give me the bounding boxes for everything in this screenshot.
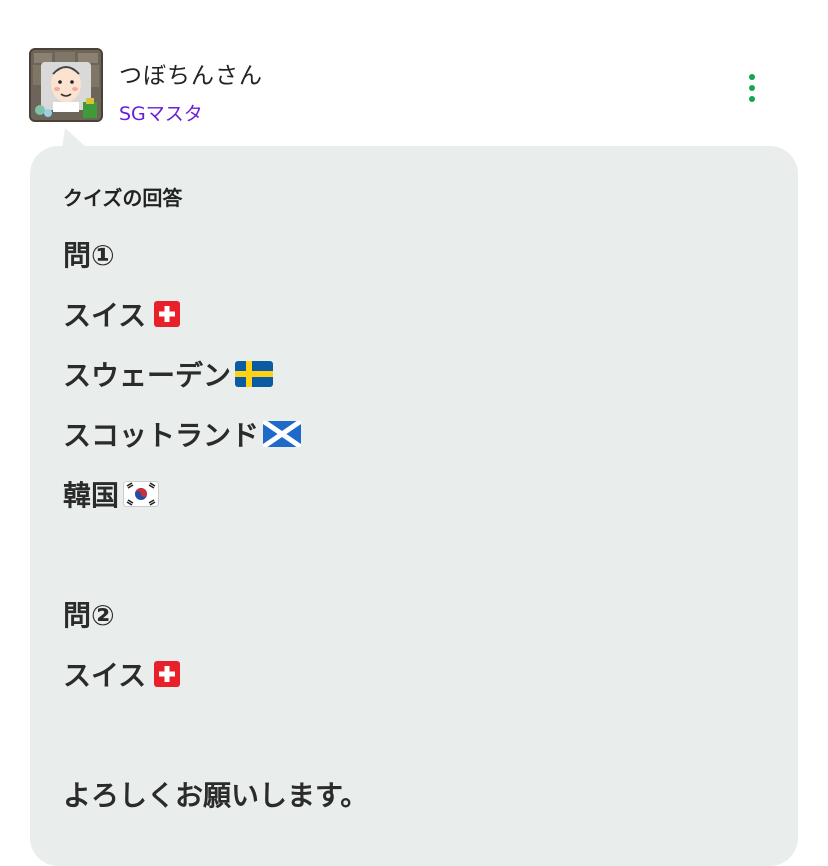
message-heading: クイズの回答 [63, 186, 183, 210]
line-text: スイス [63, 659, 147, 692]
menu-dot [749, 74, 755, 80]
username[interactable]: つぼちんさん [119, 56, 263, 90]
more-vertical-icon[interactable] [736, 68, 768, 108]
line-text: 問① [63, 239, 115, 272]
post-header: つぼちんさん SGマスタ [0, 0, 828, 146]
line-text: スウェーデン [63, 359, 232, 392]
line-text: スコットランド [63, 419, 260, 452]
message-line: スウェーデン [63, 354, 274, 394]
rank-badge: SGマスタ [119, 103, 203, 125]
message-line: 問① [63, 234, 115, 274]
message-line: 問② [63, 594, 115, 634]
message-line: スイス [63, 294, 181, 334]
sweden-flag-icon [235, 361, 274, 387]
avatar[interactable] [29, 48, 103, 122]
message-line: 韓国 [63, 474, 160, 514]
south-korea-flag-icon [123, 481, 160, 507]
message-line: スコットランド [63, 414, 302, 454]
message-line: よろしくお願いします。 [63, 774, 368, 814]
line-text: 韓国 [63, 479, 120, 512]
menu-dot [749, 85, 755, 91]
line-text: スイス [63, 299, 147, 332]
line-text: 問② [63, 599, 115, 632]
switzerland-flag-icon [154, 301, 181, 327]
message-line: スイス [63, 654, 181, 694]
line-text: よろしくお願いします。 [63, 779, 369, 812]
switzerland-flag-icon [154, 661, 181, 687]
scotland-flag-icon [263, 421, 302, 447]
bubble-tail [62, 128, 87, 148]
avatar-illustration [31, 50, 101, 120]
menu-dot [749, 96, 755, 102]
